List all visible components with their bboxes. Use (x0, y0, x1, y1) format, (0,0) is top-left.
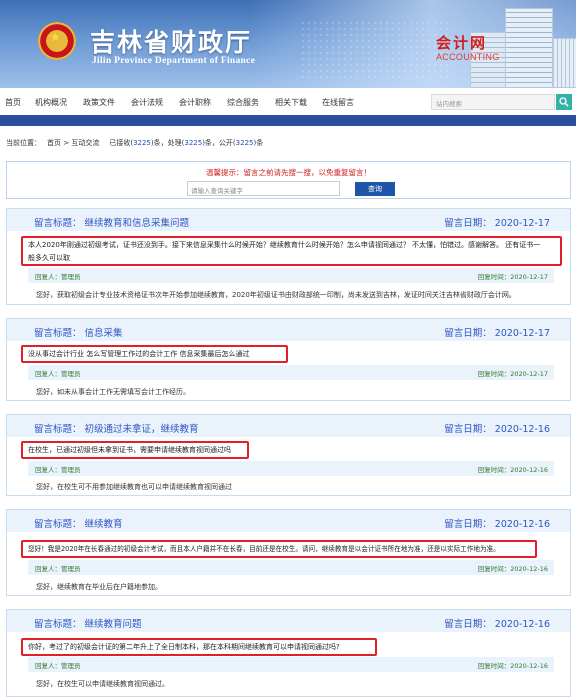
nav-item-services[interactable]: 综合服务 (227, 97, 259, 108)
reply-bar: 回复人：管理员 回复时间：2020-12-17 (28, 365, 554, 380)
replier: 回复人：管理员 (35, 370, 81, 378)
stat-processed-count: 3225 (184, 139, 203, 147)
message-date: 留言日期： 2020-12-17 (444, 218, 550, 229)
message-card: 留言标题： 继续教育 留言日期： 2020-12-16 您好！我是2020年在长… (6, 509, 571, 596)
message-body-line: 没从事过会计行业 怎么写管理工作过的会计工作 信息采集最后怎么通过 (28, 350, 250, 358)
message-body: 您好！我是2020年在长春通过的初级会计考试，而且本人户籍并不在长春，目前还是在… (28, 543, 543, 556)
message-card: 留言标题： 继续教育问题 留言日期： 2020-12-16 你好，考过了的初级会… (6, 609, 571, 697)
reply-text: 您好，在校生可以申请继续教育视同通过。 (36, 680, 169, 688)
site-title[interactable]: 吉林省财政厅 (90, 23, 252, 59)
reply-date: 回复时间：2020-12-17 (477, 273, 548, 281)
site-search-input[interactable]: 站内搜索 (431, 94, 555, 110)
replier: 回复人：管理员 (35, 273, 81, 281)
banner-pattern (300, 20, 450, 80)
message-body-line: 本人2020年刚通过初级考试，证书还没到手。接下来信息采集什么时候开始？继续教育… (28, 241, 541, 249)
stat-suffix: )条 (253, 139, 264, 147)
building-image (553, 38, 576, 88)
section-title: 会计网 (436, 34, 488, 52)
reply-date: 回复时间：2020-12-16 (477, 565, 548, 573)
nav-item-titles[interactable]: 会计职称 (179, 97, 211, 108)
message-header: 留言标题： 信息采集 留言日期： 2020-12-17 (7, 319, 570, 341)
message-card: 留言标题： 继续教育和信息采集问题 留言日期： 2020-12-17 本人202… (6, 208, 571, 305)
message-title[interactable]: 留言标题： 继续教育 (34, 516, 123, 530)
replier: 回复人：管理员 (35, 565, 81, 573)
query-button[interactable]: 查询 (355, 182, 395, 196)
nav-item-message[interactable]: 在线留言 (322, 97, 354, 108)
message-body-line: 般多久可以取 (28, 254, 70, 262)
stat-published-count: 3225 (235, 139, 254, 147)
breadcrumb-path[interactable]: 首页 > 互动交流 (47, 139, 99, 147)
reply-text: 您好，继续教育在毕业后在户籍地参加。 (36, 583, 162, 591)
national-emblem-icon (38, 22, 76, 60)
message-body: 没从事过会计行业 怎么写管理工作过的会计工作 信息采集最后怎么通过 (28, 348, 543, 361)
reply-bar: 回复人：管理员 回复时间：2020-12-16 (28, 657, 554, 672)
search-button[interactable] (556, 94, 572, 110)
query-panel: 温馨提示：留言之前请先搜一搜，以免重复留言！ 请输入查询关键字 查询 (6, 161, 571, 199)
message-body-line: 您好！我是2020年在长春通过的初级会计考试，而且本人户籍并不在长春，目前还是在… (28, 545, 500, 553)
keyword-search-input[interactable]: 请输入查询关键字 (187, 181, 340, 196)
message-body: 在校生，已通过初级但未拿到证书，需要申请继续教育视同通过吗 (28, 444, 543, 457)
message-card: 留言标题： 信息采集 留言日期： 2020-12-17 没从事过会计行业 怎么写… (6, 318, 571, 401)
replier: 回复人：管理员 (35, 466, 81, 474)
section-subtitle: ACCOUNTING (436, 52, 500, 62)
nav-item-policy[interactable]: 政策文件 (83, 97, 115, 108)
message-title[interactable]: 留言标题： 初级通过未拿证，继续教育 (34, 421, 199, 435)
breadcrumb: 当前位置： 首页 > 互动交流 已接收(3225)条，处理(3225)条，公开(32… (6, 138, 263, 148)
reply-text: 您好，如未从事会计工作无需填写会计工作经历。 (36, 388, 190, 396)
message-title[interactable]: 留言标题： 信息采集 (34, 325, 123, 339)
stat-received-count: 3225 (133, 139, 151, 147)
reply-text: 您好，获取初级会计专业技术资格证书次年开始参加继续教育，2020年初级证书由财政… (36, 291, 516, 299)
reply-date: 回复时间：2020-12-17 (477, 370, 548, 378)
reply-bar: 回复人：管理员 回复时间：2020-12-17 (28, 268, 554, 283)
site-subtitle: Jilin Province Department of Finance (92, 56, 256, 66)
nav-underline-strip (0, 115, 576, 126)
building-image (505, 8, 553, 88)
replier: 回复人：管理员 (35, 662, 81, 670)
message-body: 你好，考过了的初级会计证的第二年升上了全日制本科，那在本科期间继续教育可以申请视… (28, 641, 543, 654)
message-date: 留言日期： 2020-12-17 (444, 328, 550, 339)
message-header: 留言标题： 初级通过未拿证，继续教育 留言日期： 2020-12-16 (7, 415, 570, 437)
message-date: 留言日期： 2020-12-16 (444, 619, 550, 630)
message-date: 留言日期： 2020-12-16 (444, 519, 550, 530)
message-card: 留言标题： 初级通过未拿证，继续教育 留言日期： 2020-12-16 在校生，… (6, 414, 571, 496)
reply-date: 回复时间：2020-12-16 (477, 466, 548, 474)
nav-item-home[interactable]: 首页 (5, 97, 21, 108)
message-body-line: 在校生，已通过初级但未拿到证书，需要申请继续教育视同通过吗 (28, 446, 231, 454)
nav-item-downloads[interactable]: 相关下载 (275, 97, 307, 108)
reply-text: 您好，在校生可不用参加继续教育也可以申请继续教育视同通过 (36, 483, 232, 491)
notice-tip: 温馨提示：留言之前请先搜一搜，以免重复留言！ (206, 168, 371, 177)
stat-processed-prefix: )条，处理( (150, 139, 185, 147)
stat-received-prefix: 已接收( (109, 139, 134, 147)
nav-item-regulations[interactable]: 会计法规 (131, 97, 163, 108)
message-date: 留言日期： 2020-12-16 (444, 424, 550, 435)
message-header: 留言标题： 继续教育和信息采集问题 留言日期： 2020-12-17 (7, 209, 570, 231)
message-header: 留言标题： 继续教育问题 留言日期： 2020-12-16 (7, 610, 570, 632)
stat-published-prefix: )条，公开( (202, 139, 236, 147)
message-header: 留言标题： 继续教育 留言日期： 2020-12-16 (7, 510, 570, 532)
nav-item-overview[interactable]: 机构概况 (35, 97, 67, 108)
message-body: 本人2020年刚通过初级考试，证书还没到手。接下来信息采集什么时候开始？继续教育… (28, 239, 543, 265)
message-body-line: 你好，考过了的初级会计证的第二年升上了全日制本科，那在本科期间继续教育可以申请视… (28, 643, 340, 651)
breadcrumb-label: 当前位置： (6, 139, 41, 147)
header-banner: 吉林省财政厅 Jilin Province Department of Fina… (0, 0, 576, 88)
reply-bar: 回复人：管理员 回复时间：2020-12-16 (28, 560, 554, 575)
search-icon (559, 97, 569, 107)
reply-date: 回复时间：2020-12-16 (477, 662, 548, 670)
message-title[interactable]: 留言标题： 继续教育和信息采集问题 (34, 215, 189, 229)
message-title[interactable]: 留言标题： 继续教育问题 (34, 616, 142, 630)
reply-bar: 回复人：管理员 回复时间：2020-12-16 (28, 461, 554, 476)
